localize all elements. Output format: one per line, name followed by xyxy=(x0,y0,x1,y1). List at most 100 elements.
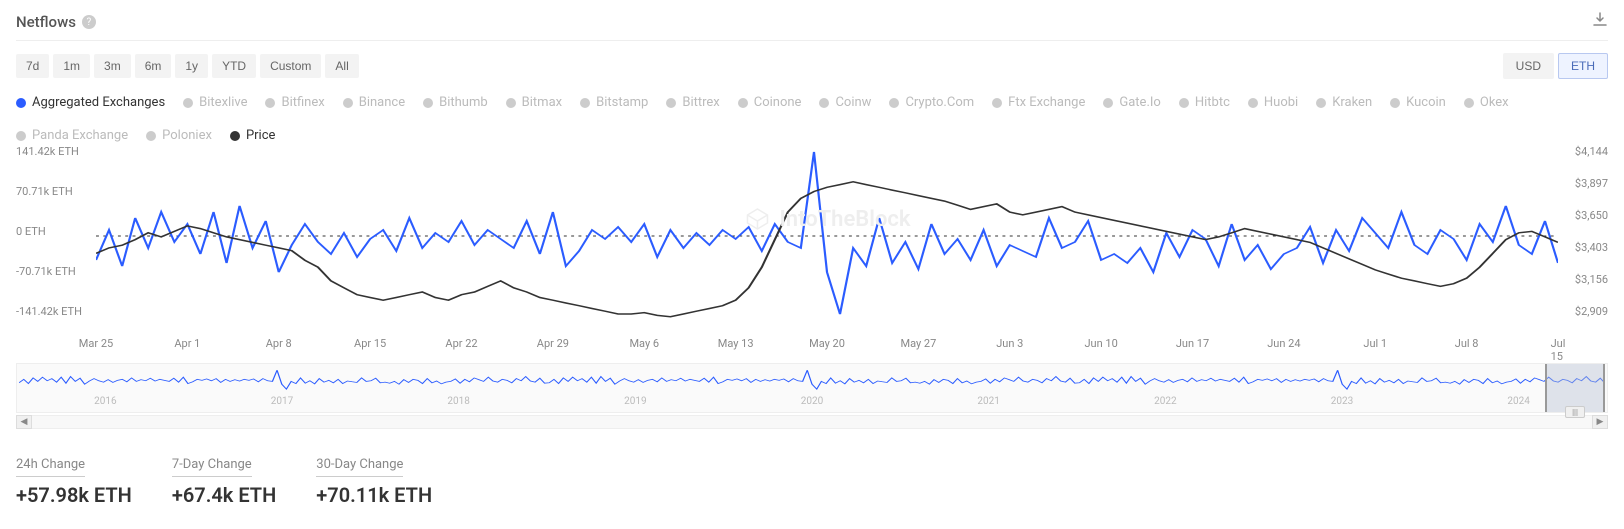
range-buttons: 7d1m3m6m1yYTDCustomAll xyxy=(16,54,359,78)
legend-dot-icon xyxy=(1248,98,1258,108)
legend-dot-icon xyxy=(992,98,1002,108)
help-icon[interactable]: ? xyxy=(82,15,96,29)
navigator[interactable]: 201620172018201920202021202220232024 ||| xyxy=(16,363,1608,413)
range-1m[interactable]: 1m xyxy=(53,54,90,78)
legend-dot-icon xyxy=(1390,98,1400,108)
legend-dot-icon xyxy=(230,131,240,141)
x-tick: Jun 17 xyxy=(1176,337,1209,350)
nav-tick: 2024 xyxy=(1507,396,1529,407)
legend-kraken[interactable]: Kraken xyxy=(1316,95,1372,110)
legend-dot-icon xyxy=(1464,98,1474,108)
legend-label: Bittrex xyxy=(682,95,719,110)
range-3m[interactable]: 3m xyxy=(94,54,131,78)
legend-panda-exchange[interactable]: Panda Exchange xyxy=(16,128,128,143)
legend-label: Aggregated Exchanges xyxy=(32,95,165,110)
legend-label: Crypto.Com xyxy=(905,95,974,110)
legend-coinone[interactable]: Coinone xyxy=(738,95,802,110)
x-tick: May 20 xyxy=(809,337,845,350)
y-left-tick: 141.42k ETH xyxy=(16,145,79,158)
scrollbar[interactable]: ◀ ▶ xyxy=(16,415,1608,429)
currency-eth[interactable]: ETH xyxy=(1558,53,1608,79)
legend-aggregated-exchanges[interactable]: Aggregated Exchanges xyxy=(16,95,165,110)
legend-label: Bitstamp xyxy=(596,95,648,110)
legend-huobi[interactable]: Huobi xyxy=(1248,95,1298,110)
nav-tick: 2018 xyxy=(447,396,469,407)
y-axis-right: $4,144$3,897$3,650$3,403$3,156$2,909 xyxy=(1558,151,1608,321)
legend-dot-icon xyxy=(506,98,516,108)
legend-poloniex[interactable]: Poloniex xyxy=(146,128,212,143)
stat-7-day-change: 7-Day Change +67.4k ETH xyxy=(172,453,276,507)
range-6m[interactable]: 6m xyxy=(135,54,172,78)
nav-tick: 2016 xyxy=(94,396,116,407)
legend-okex[interactable]: Okex xyxy=(1464,95,1509,110)
legend-bittrex[interactable]: Bittrex xyxy=(666,95,719,110)
x-tick: Jun 10 xyxy=(1084,337,1117,350)
legend-crypto-com[interactable]: Crypto.Com xyxy=(889,95,974,110)
stat-label: 24h Change xyxy=(16,457,85,477)
y-axis-left: 141.42k ETH70.71k ETH0 ETH-70.71k ETH-14… xyxy=(16,151,96,321)
legend-ftx-exchange[interactable]: Ftx Exchange xyxy=(992,95,1085,110)
scroll-track[interactable] xyxy=(32,415,1592,429)
download-icon[interactable] xyxy=(1592,12,1608,32)
x-tick: May 6 xyxy=(629,337,659,350)
scroll-left-icon[interactable]: ◀ xyxy=(16,415,32,429)
range-custom[interactable]: Custom xyxy=(260,54,321,78)
scroll-right-icon[interactable]: ▶ xyxy=(1592,415,1608,429)
legend-bitmax[interactable]: Bitmax xyxy=(506,95,562,110)
legend-dot-icon xyxy=(16,131,26,141)
currency-usd[interactable]: USD xyxy=(1503,53,1554,79)
legend-bitfinex[interactable]: Bitfinex xyxy=(265,95,324,110)
main-chart[interactable]: 141.42k ETH70.71k ETH0 ETH-70.71k ETH-14… xyxy=(16,151,1608,361)
range-1y[interactable]: 1y xyxy=(175,54,208,78)
legend-dot-icon xyxy=(183,98,193,108)
range-ytd[interactable]: YTD xyxy=(212,54,256,78)
legend-gate-io[interactable]: Gate.Io xyxy=(1103,95,1160,110)
x-tick: Apr 22 xyxy=(445,337,477,350)
legend-kucoin[interactable]: Kucoin xyxy=(1390,95,1446,110)
y-left-tick: 70.71k ETH xyxy=(16,185,73,198)
legend-bithumb[interactable]: Bithumb xyxy=(423,95,488,110)
stat-label: 7-Day Change xyxy=(172,457,252,477)
x-tick: Apr 1 xyxy=(174,337,200,350)
y-left-tick: -70.71k ETH xyxy=(16,265,76,278)
y-right-tick: $2,909 xyxy=(1575,305,1608,318)
x-tick: May 13 xyxy=(718,337,754,350)
x-tick: Apr 15 xyxy=(354,337,386,350)
legend-dot-icon xyxy=(580,98,590,108)
legend-hitbtc[interactable]: Hitbtc xyxy=(1179,95,1230,110)
y-right-tick: $3,650 xyxy=(1575,209,1608,222)
legend-label: Bitmax xyxy=(522,95,562,110)
legend-label: Gate.Io xyxy=(1119,95,1160,110)
nav-tick: 2022 xyxy=(1154,396,1176,407)
x-tick: May 27 xyxy=(900,337,936,350)
x-tick: Jul 15 xyxy=(1551,337,1566,363)
nav-tick: 2021 xyxy=(977,396,999,407)
y-right-tick: $3,156 xyxy=(1575,273,1608,286)
x-tick: Mar 25 xyxy=(79,337,113,350)
legend-dot-icon xyxy=(343,98,353,108)
legend-label: Okex xyxy=(1480,95,1509,110)
navigator-window[interactable]: ||| xyxy=(1545,364,1605,412)
navigator-handle-icon[interactable]: ||| xyxy=(1565,406,1585,418)
stat-30-day-change: 30-Day Change+70.11k ETH xyxy=(316,453,432,507)
x-tick: Jun 24 xyxy=(1267,337,1300,350)
legend-bitstamp[interactable]: Bitstamp xyxy=(580,95,648,110)
chart-plot[interactable]: IntoTheBlock xyxy=(96,151,1558,321)
x-tick: Jul 1 xyxy=(1363,337,1387,350)
x-tick: Apr 8 xyxy=(266,337,292,350)
legend-label: Bitfinex xyxy=(281,95,324,110)
header: Netflows ? xyxy=(16,12,1608,41)
y-right-tick: $3,897 xyxy=(1575,177,1608,190)
range-7d[interactable]: 7d xyxy=(16,54,49,78)
legend-price[interactable]: Price xyxy=(230,128,275,143)
legend-dot-icon xyxy=(819,98,829,108)
stat-value: +57.98k ETH xyxy=(16,483,132,507)
y-right-tick: $3,403 xyxy=(1575,241,1608,254)
legend-label: Hitbtc xyxy=(1195,95,1230,110)
stat-value: +67.4k ETH xyxy=(172,483,276,507)
legend-bitexlive[interactable]: Bitexlive xyxy=(183,95,247,110)
legend-binance[interactable]: Binance xyxy=(343,95,405,110)
range-all[interactable]: All xyxy=(325,54,358,78)
legend-coinw[interactable]: Coinw xyxy=(819,95,871,110)
legend: Aggregated Exchanges Bitexlive Bitfinex Bin… xyxy=(16,95,1608,143)
